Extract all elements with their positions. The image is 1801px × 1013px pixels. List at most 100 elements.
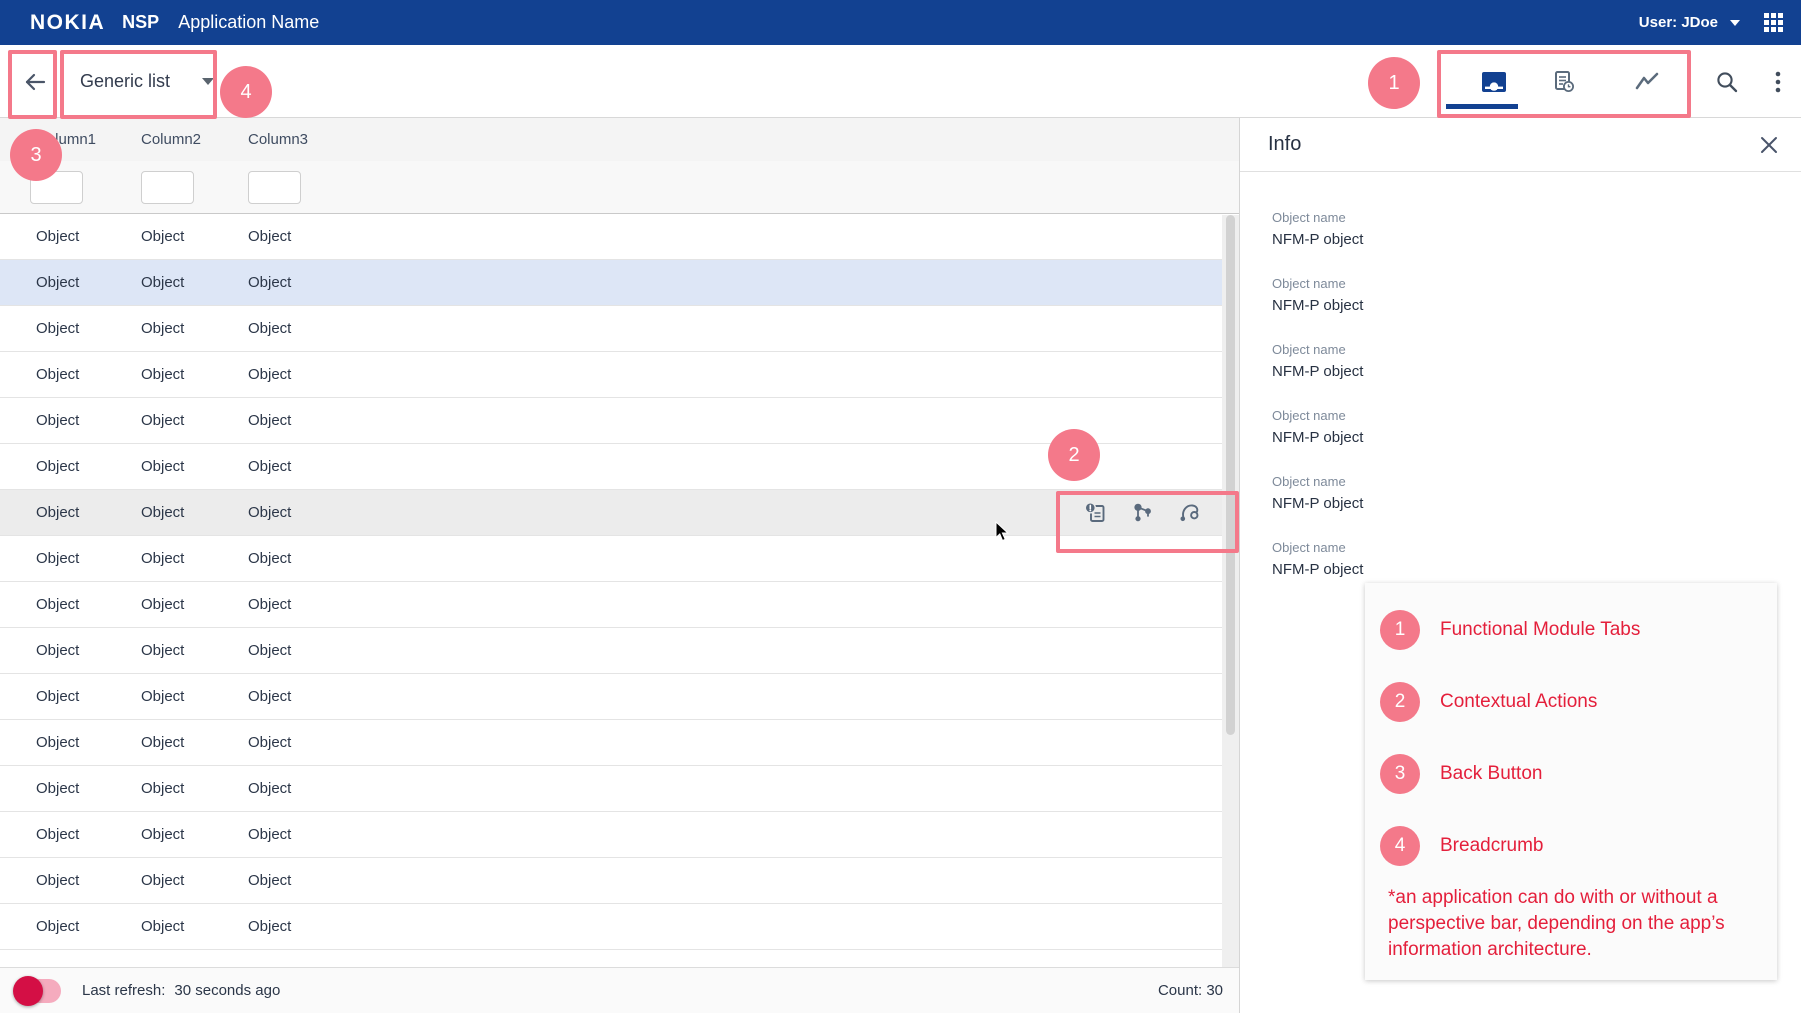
legend-label: Functional Module Tabs xyxy=(1440,619,1640,641)
info-panel-header: Info xyxy=(1240,118,1801,172)
table-row[interactable]: Object Object Object xyxy=(0,444,1222,490)
perspective-reports-icon xyxy=(1549,68,1577,96)
application-name: Application Name xyxy=(178,12,319,33)
close-icon xyxy=(1759,135,1779,155)
info-panel-title: Info xyxy=(1268,133,1301,156)
tab-perspective-trend[interactable] xyxy=(1633,67,1663,97)
search-icon xyxy=(1714,69,1740,95)
table-row[interactable]: Object Object Object xyxy=(0,858,1222,904)
scrollbar-thumb[interactable] xyxy=(1226,215,1235,735)
info-item-label: Object name xyxy=(1272,474,1801,489)
table-row[interactable]: Object Object Object xyxy=(0,352,1222,398)
info-item-label: Object name xyxy=(1272,408,1801,423)
table-row[interactable]: Object Object Object xyxy=(0,812,1222,858)
table-cell: Object xyxy=(141,550,248,567)
auto-refresh-toggle[interactable] xyxy=(15,979,61,1003)
tab-perspective-reports[interactable] xyxy=(1548,67,1578,97)
row-count: Count: 30 xyxy=(1158,968,1223,1013)
table-row[interactable]: Object Object Object xyxy=(0,766,1222,812)
more-actions-button[interactable] xyxy=(1770,71,1786,93)
filter-input-column1[interactable] xyxy=(30,171,83,204)
contextual-actions xyxy=(1083,490,1203,535)
table-cell: Object xyxy=(0,596,141,613)
perspective-dashboard-icon xyxy=(1480,69,1508,95)
table-row[interactable]: Object Object Object xyxy=(0,536,1222,582)
table-cell: Object xyxy=(248,550,1222,567)
table-cell: Object xyxy=(248,458,1222,475)
info-item: Object name NFM-P object xyxy=(1272,540,1801,578)
table-row[interactable]: Object Object Object xyxy=(0,306,1222,352)
table-row[interactable]: Object Object Object xyxy=(0,214,1222,260)
legend-number-badge: 3 xyxy=(1380,754,1420,794)
legend-item: 3 Back Button xyxy=(1380,738,1757,810)
top-banner: NOKIA NSP Application Name User: JDoe xyxy=(0,0,1801,45)
app-launcher-icon[interactable] xyxy=(1764,13,1783,32)
info-item-label: Object name xyxy=(1272,342,1801,357)
table-cell: Object xyxy=(0,872,141,889)
legend-label: Contextual Actions xyxy=(1440,691,1597,713)
column-header[interactable]: Column1 xyxy=(0,131,141,148)
info-item-label: Object name xyxy=(1272,210,1801,225)
kebab-menu-icon xyxy=(1775,71,1781,93)
info-item-value: NFM-P object xyxy=(1272,495,1801,512)
back-button[interactable] xyxy=(21,68,49,96)
table-cell: Object xyxy=(248,596,1222,613)
table-cell: Object xyxy=(0,642,141,659)
generic-list-panel: Column1 Column2 Column3 Object Object Ob… xyxy=(0,118,1240,1013)
legend-number-badge: 1 xyxy=(1380,610,1420,650)
back-arrow-icon xyxy=(21,68,49,96)
column-header[interactable]: Column3 xyxy=(248,131,1239,148)
table-cell: Object xyxy=(0,228,141,245)
table-cell: Object xyxy=(0,274,141,291)
user-label: User: JDoe xyxy=(1639,14,1718,31)
table-cell: Object xyxy=(141,872,248,889)
table-row[interactable]: Object Object Object xyxy=(0,720,1222,766)
table-cell: Object xyxy=(141,458,248,475)
toolbar: Generic list xyxy=(0,45,1801,118)
table-row[interactable]: Object Object Object xyxy=(0,904,1222,950)
table-cell: Object xyxy=(0,826,141,843)
column-header[interactable]: Column2 xyxy=(141,131,248,148)
table-cell: Object xyxy=(248,918,1222,935)
perspective-trend-icon xyxy=(1634,70,1662,94)
associated-objects-icon[interactable] xyxy=(1130,500,1156,526)
application-window: NOKIA NSP Application Name User: JDoe xyxy=(0,0,1801,1013)
table-cell: Object xyxy=(141,918,248,935)
table-cell: Object xyxy=(0,780,141,797)
info-panel: Info Object name NFM-P object Object nam… xyxy=(1240,118,1801,1013)
last-refresh-value: 30 seconds ago xyxy=(174,982,280,999)
breadcrumb-caret-icon xyxy=(202,78,214,85)
user-menu[interactable]: User: JDoe xyxy=(1639,14,1740,31)
topology-map-icon[interactable] xyxy=(1177,500,1203,526)
legend-label: Breadcrumb xyxy=(1440,835,1544,857)
table-row[interactable]: Object Object Object xyxy=(0,674,1222,720)
close-button[interactable] xyxy=(1759,135,1779,155)
table-cell: Object xyxy=(248,228,1222,245)
search-button[interactable] xyxy=(1714,69,1740,95)
legend-label: Back Button xyxy=(1440,763,1542,785)
legend-footnote: *an application can do with or without a… xyxy=(1388,885,1748,963)
table-row[interactable]: Object Object Object xyxy=(0,398,1222,444)
info-item: Object name NFM-P object xyxy=(1272,210,1801,248)
table-row[interactable]: Object Object Object xyxy=(0,582,1222,628)
selected-tab-underline xyxy=(1446,104,1518,109)
tab-perspective-dashboard[interactable] xyxy=(1479,67,1509,97)
table-cell: Object xyxy=(141,320,248,337)
info-item: Object name NFM-P object xyxy=(1272,408,1801,446)
breadcrumb-label: Generic list xyxy=(80,71,170,92)
object-details-icon[interactable] xyxy=(1083,500,1109,526)
table-row[interactable]: Object Object Object xyxy=(0,490,1222,536)
table-row[interactable]: Object Object Object xyxy=(0,260,1222,306)
table-row[interactable]: Object Object Object xyxy=(0,628,1222,674)
table-cell: Object xyxy=(141,642,248,659)
info-item-value: NFM-P object xyxy=(1272,231,1801,248)
filter-input-column3[interactable] xyxy=(248,171,301,204)
content-area: Column1 Column2 Column3 Object Object Ob… xyxy=(0,118,1801,1013)
breadcrumb[interactable]: Generic list xyxy=(80,45,214,117)
filter-input-column2[interactable] xyxy=(141,171,194,204)
list-footer: Last refresh: 30 seconds ago Count: 30 xyxy=(0,967,1239,1013)
nokia-logo: NOKIA xyxy=(30,11,105,35)
table-body: Object Object Object Object Object Objec… xyxy=(0,214,1239,950)
legend-item: 1 Functional Module Tabs xyxy=(1380,594,1757,666)
info-item: Object name NFM-P object xyxy=(1272,276,1801,314)
